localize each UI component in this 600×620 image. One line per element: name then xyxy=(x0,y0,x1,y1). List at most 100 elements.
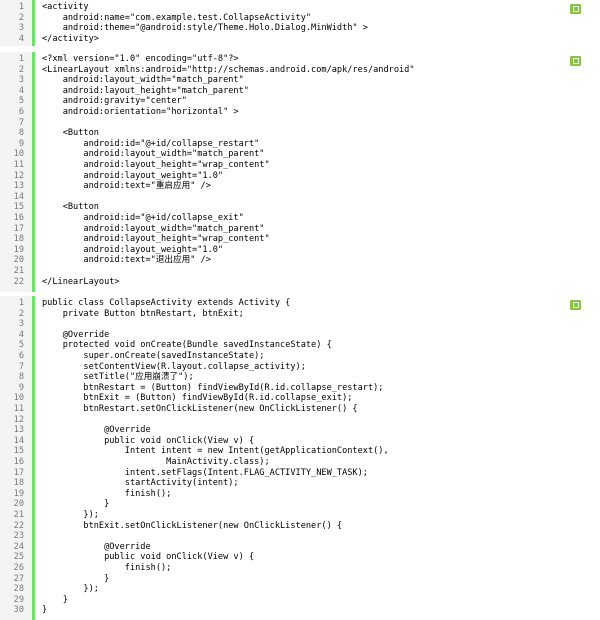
line-number: 17 xyxy=(13,467,24,478)
code-text: intent.setFlags(Intent.FLAG_ACTIVITY_NEW… xyxy=(42,467,368,478)
code-line: 29 } xyxy=(0,595,600,606)
code-line: 7 setContentView(R.layout.collapse_activ… xyxy=(0,362,600,373)
code-text: android:layout_height="match_parent" xyxy=(42,85,249,96)
code-text: android:text="重启应用" /> xyxy=(42,181,211,192)
code-text: android:id="@+id/collapse_exit" xyxy=(42,213,244,223)
line-number: 18 xyxy=(13,234,24,245)
line-number: 5 xyxy=(18,96,24,107)
line-number: 27 xyxy=(13,573,24,584)
code-line: 26 finish(); xyxy=(0,563,600,574)
code-line: 6 android:orientation="horizontal" > xyxy=(0,107,600,118)
line-number: 13 xyxy=(13,425,24,436)
code-text: btnExit = (Button) findViewById(R.id.col… xyxy=(42,393,353,404)
line-number: 1 xyxy=(18,298,24,308)
code-line: 13 @Override xyxy=(0,425,600,436)
line-number: 11 xyxy=(13,404,24,414)
line-number: 29 xyxy=(13,594,24,605)
code-line: 1 <activity xyxy=(0,2,600,13)
code-line: 27 } xyxy=(0,574,600,585)
line-number: 3 xyxy=(18,75,24,86)
code-text: <Button xyxy=(42,128,99,139)
code-text: </LinearLayout> xyxy=(42,276,120,287)
line-number: 7 xyxy=(18,117,24,128)
code-text: public void onClick(View v) { xyxy=(42,435,255,446)
code-text: android:layout_weight="1.0" xyxy=(42,244,224,255)
line-number: 19 xyxy=(13,244,24,255)
code-text: } xyxy=(42,573,110,584)
line-number: 15 xyxy=(13,446,24,457)
line-number: 19 xyxy=(13,488,24,499)
code-line: 10 android:layout_width="match_parent" xyxy=(0,149,600,160)
line-number: 26 xyxy=(13,563,24,573)
code-line: 11 btnRestart.setOnClickListener(new OnC… xyxy=(0,404,600,415)
code-line: 19 finish(); xyxy=(0,489,600,500)
code-line: 20 android:text="退出应用" /> xyxy=(0,255,600,266)
code-text: finish(); xyxy=(42,488,172,499)
code-line: 5 protected void onCreate(Bundle savedIn… xyxy=(0,340,600,351)
line-number: 18 xyxy=(13,478,24,489)
code-text: @Override xyxy=(42,425,151,436)
line-number: 8 xyxy=(18,128,24,139)
line-number: 17 xyxy=(13,223,24,234)
code-line: 4 @Override xyxy=(0,330,600,341)
code-line: 17 intent.setFlags(Intent.FLAG_ACTIVITY_… xyxy=(0,468,600,479)
line-number: 10 xyxy=(13,393,24,404)
code-line: 30} xyxy=(0,605,600,616)
line-number: 4 xyxy=(18,85,24,96)
line-number: 28 xyxy=(13,584,24,595)
code-line: 24 @Override xyxy=(0,542,600,553)
code-line: 20 } xyxy=(0,499,600,510)
code-text: android:text="退出应用" /> xyxy=(42,255,211,266)
code-text: <Button xyxy=(42,202,99,213)
code-text: android:layout_width="match_parent" xyxy=(42,223,265,234)
code-text: setTitle("应用崩溃了"); xyxy=(42,372,194,383)
code-line: 16 android:id="@+id/collapse_exit" xyxy=(0,213,600,224)
code-text: }); xyxy=(42,510,99,520)
line-number: 11 xyxy=(13,160,24,170)
code-text: @Override xyxy=(42,329,110,340)
code-text: Intent intent = new Intent(getApplicatio… xyxy=(42,446,389,457)
code-line: 6 super.onCreate(savedInstanceState); xyxy=(0,351,600,362)
line-number: 20 xyxy=(13,255,24,266)
code-text: MainActivity.class); xyxy=(42,457,270,467)
code-line: 7 xyxy=(0,118,600,129)
code-text: public void onClick(View v) { xyxy=(42,552,255,563)
line-number: 21 xyxy=(13,266,24,276)
code-line: 1 <?xml version="1.0" encoding="utf-8"?> xyxy=(0,54,600,65)
line-number: 10 xyxy=(13,149,24,160)
line-number: 6 xyxy=(18,107,24,117)
code-line: 14 xyxy=(0,192,600,203)
line-number: 24 xyxy=(13,541,24,552)
code-text: startActivity(intent); xyxy=(42,478,239,489)
code-text: super.onCreate(savedInstanceState); xyxy=(42,351,265,361)
line-number: 15 xyxy=(13,202,24,213)
code-line: 22 </LinearLayout> xyxy=(0,277,600,288)
code-line: 1 public class CollapseActivity extends A… xyxy=(0,298,600,309)
code-line: 15 Intent intent = new Intent(getApplica… xyxy=(0,446,600,457)
line-number: 25 xyxy=(13,552,24,563)
line-number: 2 xyxy=(18,308,24,319)
code-line: 12 xyxy=(0,415,600,426)
code-text: android:layout_weight="1.0" xyxy=(42,170,224,181)
line-number: 20 xyxy=(13,499,24,510)
line-number: 8 xyxy=(18,372,24,383)
code-line: 3 xyxy=(0,319,600,330)
code-text: android:gravity="center" xyxy=(42,96,187,107)
code-line: 3 android:theme="@android:style/Theme.Ho… xyxy=(0,23,600,34)
code-text: </activity> xyxy=(42,33,99,44)
code-block-java-source: 1 public class CollapseActivity extends A… xyxy=(0,296,600,620)
code-block-manifest-xml: 1 <activity 2 android:name="com.example.te… xyxy=(0,0,600,46)
line-number: 14 xyxy=(13,191,24,202)
code-line: 5 android:gravity="center" xyxy=(0,96,600,107)
code-text: android:layout_width="match_parent" xyxy=(42,149,265,160)
code-line: 21 }); xyxy=(0,510,600,521)
code-text: } xyxy=(42,605,48,616)
code-text: android:layout_width="match_parent" xyxy=(42,75,244,86)
line-number: 6 xyxy=(18,351,24,361)
code-line: 9 android:id="@+id/collapse_restart" xyxy=(0,139,600,150)
code-text: android:layout_height="wrap_content" xyxy=(42,234,270,245)
code-line: 21 xyxy=(0,266,600,277)
line-number: 23 xyxy=(13,531,24,542)
code-text: btnRestart = (Button) findViewById(R.id.… xyxy=(42,382,384,393)
code-line: 22 btnExit.setOnClickListener(new OnClic… xyxy=(0,521,600,532)
